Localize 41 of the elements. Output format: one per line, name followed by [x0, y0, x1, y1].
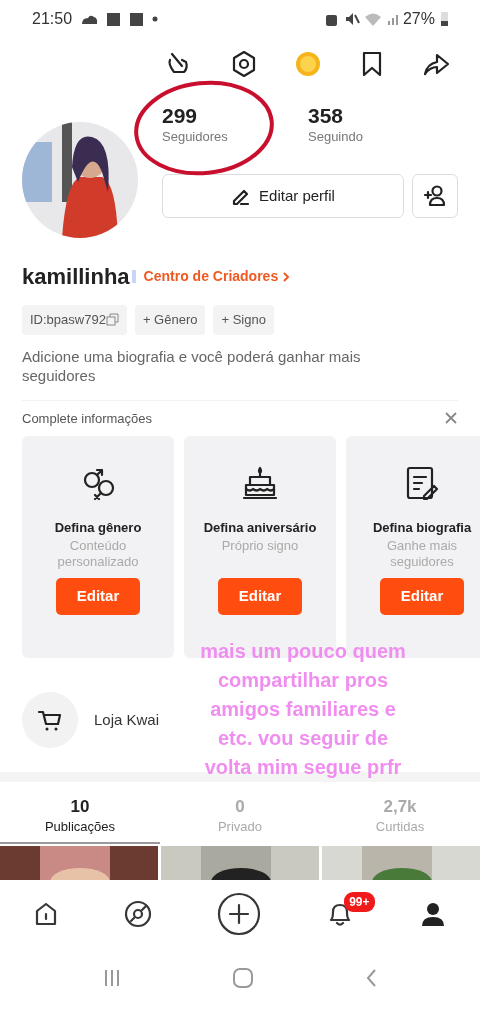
shop-label[interactable]: Loja Kwai: [94, 708, 160, 732]
app-icon: [129, 11, 145, 27]
wifi-icon: [363, 11, 382, 27]
card-subtitle: Próprio signo: [220, 537, 300, 555]
close-icon[interactable]: [444, 411, 458, 426]
add-person-icon: [423, 184, 447, 208]
card-title: Defina biografia: [371, 519, 473, 537]
content-tab[interactable]: 10 Publicações: [0, 786, 160, 844]
username: kamillinha: [22, 263, 130, 291]
bio-hint: Adicione uma biografia e você poderá ganhar mais seguidores: [21, 346, 362, 386]
battery-level: 27%: [402, 9, 435, 29]
overlay-caption: mais um pouco quem compartilhar pros amigos familiares e etc. vou seguir de volta mim segue prfr: [199, 639, 407, 780]
clock: 21:50: [32, 9, 73, 29]
id-chip[interactable]: ID:bpasw792: [22, 305, 127, 335]
shop-button[interactable]: [22, 692, 78, 748]
cart-icon: [37, 708, 63, 732]
battery-icon: [439, 11, 450, 27]
card-title: Defina aniversário: [202, 519, 318, 537]
dot-icon: [152, 16, 159, 22]
chevron-icon: [282, 270, 291, 283]
card-subtitle: Conteúdo personalizado: [56, 537, 140, 571]
notification-badge: 99+: [344, 892, 375, 912]
app-icon: [106, 11, 122, 27]
add-friend-button[interactable]: [412, 174, 458, 218]
card-title: Defina gênero: [53, 519, 143, 537]
edit-profile-button[interactable]: Editar perfil: [162, 174, 404, 218]
stat-value: 299: [162, 104, 199, 128]
stat-label: Seguindo: [308, 128, 364, 147]
recents-icon[interactable]: [103, 968, 122, 988]
compass-icon[interactable]: [123, 900, 152, 928]
settings-icon[interactable]: [230, 50, 258, 78]
stat-value: 358: [308, 104, 345, 128]
stat-label: Seguidores: [162, 128, 229, 147]
section-title: Complete informações: [22, 409, 153, 428]
add-info-chip[interactable]: + Signo: [213, 305, 274, 335]
plus-icon[interactable]: [216, 892, 261, 936]
copy-icon: [105, 313, 119, 327]
card-subtitle: Ganhe mais seguidores: [385, 537, 459, 571]
home-button-icon[interactable]: [232, 967, 254, 989]
back-icon[interactable]: [364, 968, 377, 988]
add-info-chip[interactable]: + Gênero: [134, 305, 206, 335]
